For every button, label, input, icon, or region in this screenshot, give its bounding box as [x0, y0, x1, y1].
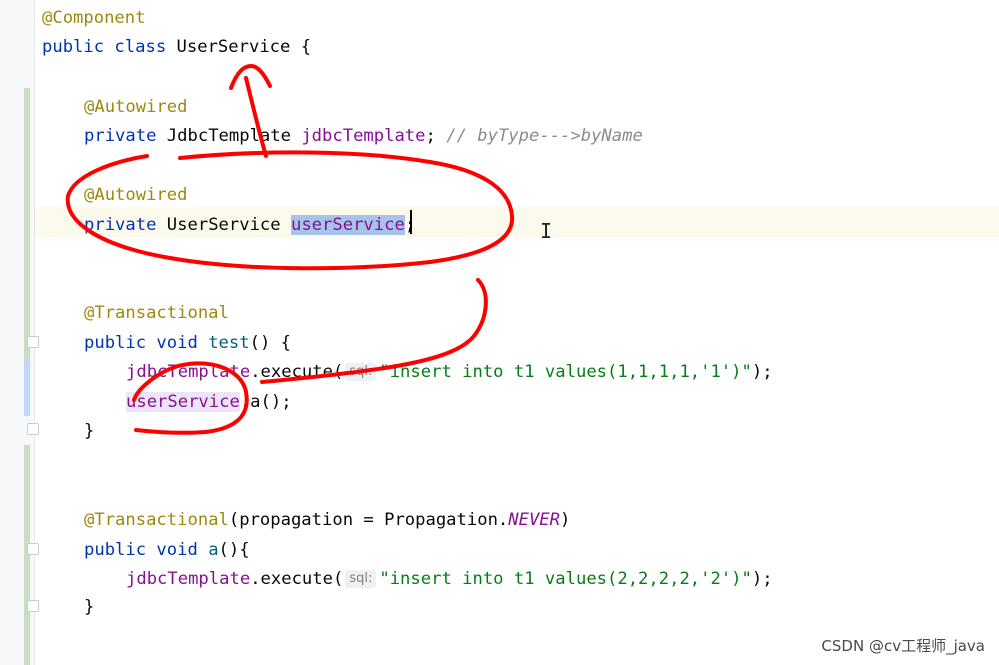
watermark: CSDN @cv工程师_java: [821, 637, 985, 655]
loop-annotation: [132, 361, 249, 435]
hand-drawn-annotation-layer: [65, 64, 515, 435]
arrow-head-annotation: [229, 64, 272, 90]
connector-annotation: [260, 278, 488, 384]
arrow-annotation: [244, 76, 268, 158]
ellipse-annotation: [65, 150, 515, 271]
